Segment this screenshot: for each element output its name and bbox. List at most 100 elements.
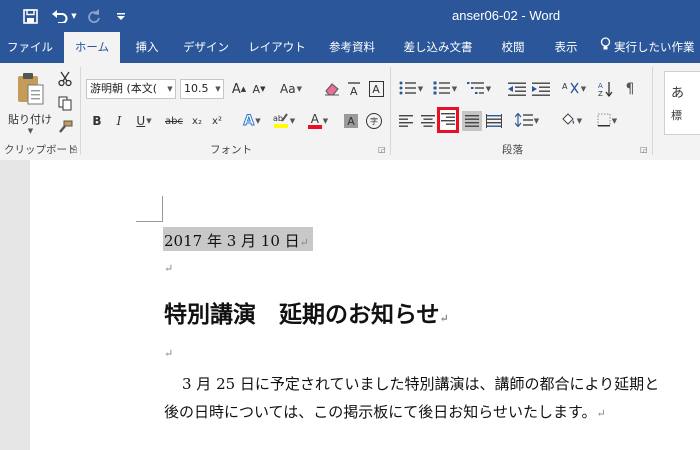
styles-gallery[interactable]: あ 標	[664, 71, 700, 135]
tab-file[interactable]: ファイル	[0, 32, 60, 63]
justify-icon[interactable]	[462, 111, 482, 131]
bullets-button[interactable]: ▼	[396, 79, 426, 99]
eraser-icon[interactable]	[322, 79, 342, 99]
asian-layout-icon: A	[562, 81, 580, 98]
font-color-letter: A	[310, 111, 319, 126]
tab-references[interactable]: 参考資料	[318, 32, 386, 63]
tab-mailings[interactable]: 差し込み文書	[392, 32, 484, 63]
chevron-down-icon: ▼	[611, 117, 618, 125]
tab-review[interactable]: 校閲	[490, 32, 536, 63]
dialog-launcher-icon[interactable]: ◲	[378, 145, 386, 154]
save-icon[interactable]	[20, 6, 40, 26]
tell-me-box[interactable]: 実行したい作業	[600, 32, 700, 63]
paragraph-group-label: 段落	[502, 144, 523, 156]
style-preview: あ	[671, 86, 685, 101]
borders-icon	[597, 113, 611, 130]
enclose-characters-button[interactable]: 字	[364, 111, 384, 131]
dialog-launcher-icon[interactable]: ◲	[70, 145, 78, 154]
svg-text:A: A	[350, 85, 358, 97]
tab-view[interactable]: 表示	[542, 32, 590, 63]
sort-icon[interactable]: AZ	[596, 79, 616, 99]
paste-label: 貼り付け	[8, 112, 52, 126]
shading-button[interactable]: ▼	[556, 111, 586, 131]
align-left-icon[interactable]	[396, 111, 416, 131]
svg-text:Z: Z	[598, 90, 603, 97]
multilevel-list-icon	[466, 81, 485, 98]
char-border-letter: A	[368, 81, 384, 97]
paragraph-mark: ↵	[164, 262, 174, 275]
align-right-icon	[441, 112, 455, 128]
redo-icon[interactable]	[84, 6, 104, 26]
subscript-button[interactable]: x₂	[188, 111, 206, 131]
superscript-button[interactable]: x²	[208, 111, 226, 131]
font-name-box[interactable]: 游明朝 (本文( ▼	[86, 79, 176, 99]
chevron-down-icon: ▼	[27, 126, 34, 135]
font-color-swatch	[307, 124, 322, 129]
text-effects-button[interactable]: A ▼	[238, 111, 266, 131]
grow-font-icon[interactable]: A ▲	[230, 79, 248, 99]
multilevel-list-button[interactable]: ▼	[464, 79, 494, 99]
highlighter-icon: ab	[273, 111, 289, 132]
document-heading[interactable]: 特別講演 延期のお知らせ↵	[164, 295, 449, 329]
tab-design[interactable]: デザイン	[176, 32, 236, 63]
tab-layout[interactable]: レイアウト	[242, 32, 312, 63]
cut-icon[interactable]	[56, 69, 74, 89]
chevron-down-icon: ▼	[167, 85, 173, 93]
font-color-button[interactable]: A ▼	[304, 111, 332, 131]
tab-insert[interactable]: 挿入	[124, 32, 170, 63]
line-spacing-button[interactable]: ▼	[512, 111, 542, 131]
style-name-preview: 標	[671, 109, 682, 122]
underline-label: U	[136, 114, 146, 128]
shrink-font-icon[interactable]: A ▼	[250, 79, 268, 99]
enclose-char-letter: 字	[366, 113, 382, 129]
dialog-launcher-icon[interactable]: ◲	[640, 145, 648, 154]
numbering-button[interactable]: ▼	[430, 79, 460, 99]
ribbon: 貼り付け ▼ クリップボード ◲ 游明朝 (本文( ▼ 10.5 ▼ A ▲ A ▼…	[0, 63, 700, 161]
align-right-button[interactable]	[437, 107, 459, 133]
italic-button[interactable]: I	[110, 111, 128, 131]
clipboard-group-label: クリップボード	[4, 144, 78, 156]
align-center-icon[interactable]	[418, 111, 438, 131]
distributed-icon[interactable]	[484, 111, 504, 131]
font-size-box[interactable]: 10.5 ▼	[180, 79, 224, 99]
chevron-down-icon: ▼	[215, 85, 221, 93]
paint-bucket-icon	[560, 112, 576, 130]
change-case-button[interactable]: Aa ▼	[274, 79, 308, 99]
svg-text:A: A	[598, 82, 603, 90]
decrease-indent-icon[interactable]	[506, 79, 528, 99]
chevron-down-icon: ▼	[533, 117, 540, 125]
group-separator	[390, 67, 391, 155]
body-line-1[interactable]: 3 月 25 日に予定されていました特別講演は、講師の都合により延期と	[182, 373, 659, 394]
chevron-down-icon: ▼	[451, 85, 458, 93]
format-painter-icon[interactable]	[56, 117, 74, 137]
body-line-2[interactable]: 後の日時については、この掲示板にて後日お知らせいたします。↵	[164, 401, 606, 422]
character-shading-button[interactable]: A	[342, 111, 360, 131]
customize-icon[interactable]	[114, 6, 128, 26]
chevron-down-icon: ▼	[417, 85, 424, 93]
underline-button[interactable]: U ▼	[132, 111, 156, 131]
window-title: anser06-02 - Word	[452, 8, 561, 23]
paste-icon	[15, 72, 45, 109]
tab-home[interactable]: ホーム	[64, 32, 120, 63]
bold-button[interactable]: B	[88, 111, 106, 131]
date-line[interactable]: 2017 年 3 月 10 日↵	[164, 230, 309, 251]
lightbulb-icon	[600, 32, 611, 63]
change-case-label: Aa	[280, 82, 296, 96]
character-border-button[interactable]: A	[366, 79, 386, 99]
group-separator	[652, 67, 653, 155]
asian-layout-button[interactable]: A ▼	[560, 79, 588, 99]
margin-corner-mark	[136, 221, 163, 222]
copy-icon[interactable]	[56, 93, 74, 113]
highlight-button[interactable]: ab ▼	[270, 111, 298, 131]
increase-indent-icon[interactable]	[530, 79, 552, 99]
chevron-down-icon: ▼	[146, 117, 152, 125]
undo-icon[interactable]: ▼	[50, 6, 78, 26]
borders-button[interactable]: ▼	[592, 111, 622, 131]
chevron-down-icon: ▼	[296, 85, 302, 93]
strikethrough-button[interactable]: abc	[162, 111, 186, 131]
chevron-down-icon: ▼	[580, 85, 587, 93]
show-hide-marks-icon[interactable]: ¶	[620, 79, 640, 99]
paragraph-mark: ↵	[596, 407, 606, 420]
phonetic-guide-icon[interactable]: A	[344, 79, 364, 99]
paste-button[interactable]: 貼り付け ▼	[8, 69, 52, 137]
